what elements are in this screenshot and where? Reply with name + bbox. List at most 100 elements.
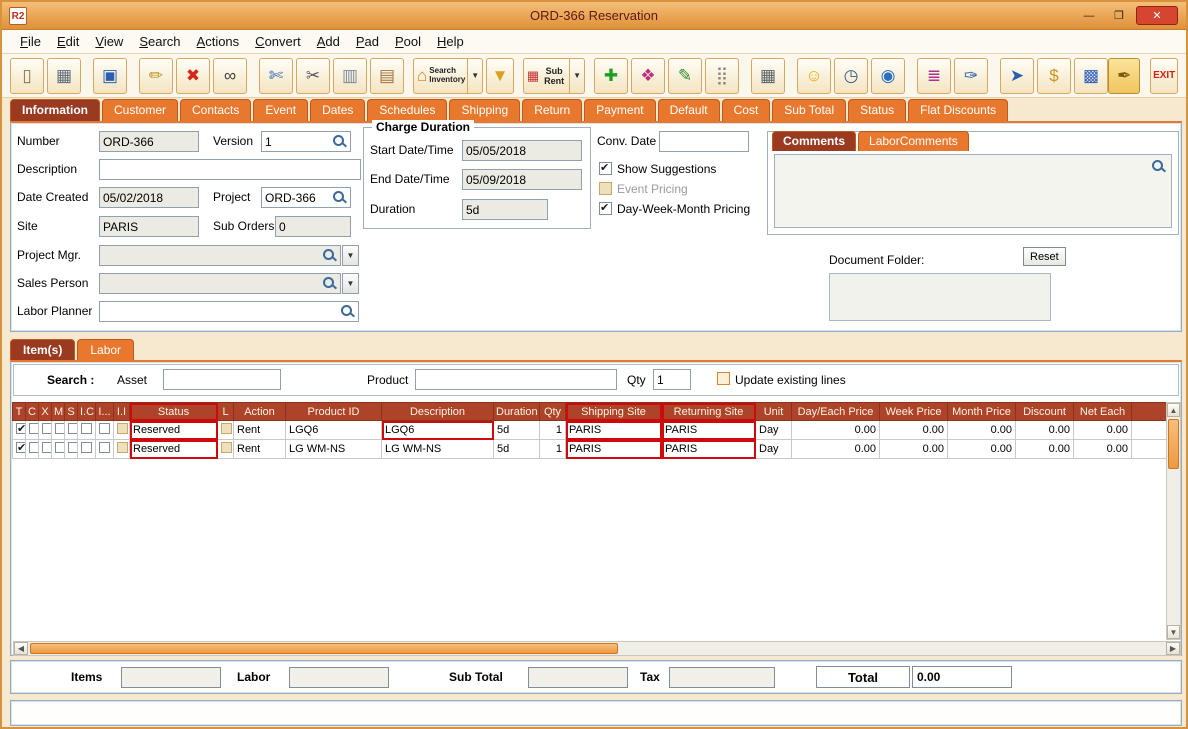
row1-x-cell[interactable] <box>38 420 52 440</box>
vertical-scroll-thumb[interactable] <box>1168 419 1179 469</box>
cubes-button[interactable]: ▩ <box>1073 57 1108 94</box>
menu-help[interactable]: Help <box>429 31 472 52</box>
smiley-button[interactable]: ☺ <box>796 57 831 94</box>
duration-field[interactable]: 5d <box>462 199 548 220</box>
row1-s-checkbox[interactable] <box>68 423 77 434</box>
row2-shipping-site-cell[interactable]: PARIS <box>565 439 662 459</box>
labor-planner-field[interactable] <box>99 301 359 322</box>
row2-unit-cell[interactable]: Day <box>755 439 792 459</box>
row1-m-cell[interactable] <box>51 420 65 440</box>
scroll-up-arrow-icon[interactable]: ▲ <box>1167 403 1180 417</box>
menu-view[interactable]: View <box>87 31 131 52</box>
sub-orders-field[interactable]: 0 <box>275 216 351 237</box>
wand-button[interactable]: ✒ <box>1107 57 1141 94</box>
exit-button[interactable]: EXIT <box>1150 57 1178 94</box>
row1-shipping-site-cell[interactable]: PARIS <box>565 420 662 440</box>
project-mgr-field[interactable] <box>99 245 341 266</box>
cut-button[interactable]: ✂ <box>296 57 330 94</box>
row2-c-checkbox[interactable] <box>29 442 38 453</box>
tab-payment[interactable]: Payment <box>584 99 656 121</box>
delete-button[interactable]: ✖ <box>176 57 210 94</box>
paste-button[interactable]: ▤ <box>370 57 404 94</box>
save-button[interactable]: ▣ <box>93 57 127 94</box>
description-field[interactable] <box>99 159 361 180</box>
tab-labor-comments[interactable]: LaborComments <box>858 131 969 151</box>
project-mgr-search-icon[interactable] <box>322 248 337 263</box>
row2-ii-checkbox[interactable] <box>117 442 128 453</box>
row2-description-cell[interactable]: LG WM-NS <box>381 439 494 459</box>
write-note-button[interactable]: ✑ <box>953 57 988 94</box>
row1-s-cell[interactable] <box>64 420 78 440</box>
row2-month-price-cell[interactable]: 0.00 <box>947 439 1016 459</box>
row2-returning-site-cell[interactable]: PARIS <box>661 439 756 459</box>
books-button[interactable]: ≣ <box>916 57 951 94</box>
copy-button[interactable]: ▥ <box>333 57 367 94</box>
row1-day-each-price-cell[interactable]: 0.00 <box>791 420 880 440</box>
tab-items[interactable]: Item(s) <box>10 339 76 361</box>
tab-customer[interactable]: Customer <box>102 99 179 121</box>
row2-status-cell[interactable]: Reserved <box>129 439 218 459</box>
row2-product-id-cell[interactable]: LG WM-NS <box>285 439 382 459</box>
tab-shipping[interactable]: Shipping <box>449 99 521 121</box>
print-report-button[interactable]: ▦ <box>750 57 785 94</box>
row2-x-cell[interactable] <box>38 439 52 459</box>
funnel-button[interactable]: ▼ <box>486 57 514 94</box>
row1-c-cell[interactable] <box>25 420 39 440</box>
row1-l-checkbox[interactable] <box>221 423 232 434</box>
tab-flat-discounts[interactable]: Flat Discounts <box>908 99 1009 121</box>
asset-input[interactable] <box>163 369 281 390</box>
menu-pool[interactable]: Pool <box>387 31 429 52</box>
item-row-2[interactable]: Reserved Rent LG WM-NS LG WM-NS 5d 1 PAR… <box>12 439 1167 459</box>
row2-ic-checkbox[interactable] <box>81 442 92 453</box>
find-button[interactable]: ∞ <box>213 57 247 94</box>
print-button[interactable]: ▦ <box>47 57 81 94</box>
menu-convert[interactable]: Convert <box>247 31 309 52</box>
add-line-button[interactable]: ✚ <box>593 57 628 94</box>
site-field[interactable]: PARIS <box>99 216 199 237</box>
tab-default[interactable]: Default <box>657 99 720 121</box>
row2-qty-cell[interactable]: 1 <box>539 439 566 459</box>
menu-edit[interactable]: Edit <box>49 31 87 52</box>
comments-textarea[interactable] <box>774 154 1172 228</box>
row1-ii-cell[interactable] <box>113 420 130 440</box>
project-search-icon[interactable] <box>332 190 347 205</box>
row1-status-cell[interactable]: Reserved <box>129 420 218 440</box>
row2-idot-cell[interactable] <box>95 439 114 459</box>
key-button[interactable]: ➤ <box>999 57 1034 94</box>
row2-m-cell[interactable] <box>51 439 65 459</box>
row1-ic-cell[interactable] <box>77 420 96 440</box>
project-mgr-dropdown-arrow-icon[interactable]: ▼ <box>342 245 359 266</box>
notepad-button[interactable]: ✎ <box>667 57 702 94</box>
row1-returning-site-cell[interactable]: PARIS <box>661 420 756 440</box>
items-horizontal-scrollbar[interactable]: ◀ ▶ <box>13 641 1181 656</box>
row2-select-cell[interactable] <box>12 439 26 459</box>
menu-add[interactable]: Add <box>309 31 348 52</box>
horizontal-scroll-thumb[interactable] <box>30 643 618 654</box>
row1-net-each-cell[interactable]: 0.00 <box>1073 420 1132 440</box>
row1-idot-checkbox[interactable] <box>99 423 110 434</box>
row2-x-checkbox[interactable] <box>42 442 51 453</box>
sub-rent-dropdown-arrow-icon[interactable]: ▼ <box>569 58 581 93</box>
tab-comments[interactable]: Comments <box>772 131 857 151</box>
row1-duration-cell[interactable]: 5d <box>493 420 540 440</box>
menu-pad[interactable]: Pad <box>348 31 387 52</box>
version-search-icon[interactable] <box>332 134 347 149</box>
scroll-right-arrow-icon[interactable]: ▶ <box>1166 642 1180 655</box>
tab-dates[interactable]: Dates <box>310 99 366 121</box>
row1-l-cell[interactable] <box>217 420 234 440</box>
row1-action-cell[interactable]: Rent <box>233 420 286 440</box>
show-suggestions-checkbox[interactable] <box>599 161 612 175</box>
maximize-button[interactable]: ❐ <box>1106 6 1132 25</box>
tab-information[interactable]: Information <box>10 99 100 121</box>
end-date-field[interactable]: 05/09/2018 <box>462 169 582 190</box>
clock-button[interactable]: ◷ <box>833 57 868 94</box>
scroll-left-arrow-icon[interactable]: ◀ <box>14 642 28 655</box>
row2-s-checkbox[interactable] <box>68 442 77 453</box>
labor-planner-search-icon[interactable] <box>340 304 355 319</box>
row1-idot-cell[interactable] <box>95 420 114 440</box>
row2-idot-checkbox[interactable] <box>99 442 110 453</box>
sales-person-search-icon[interactable] <box>322 276 337 291</box>
start-date-field[interactable]: 05/05/2018 <box>462 140 582 161</box>
color-circles-button[interactable]: ❖ <box>630 57 665 94</box>
event-pricing-checkbox[interactable] <box>599 182 612 195</box>
